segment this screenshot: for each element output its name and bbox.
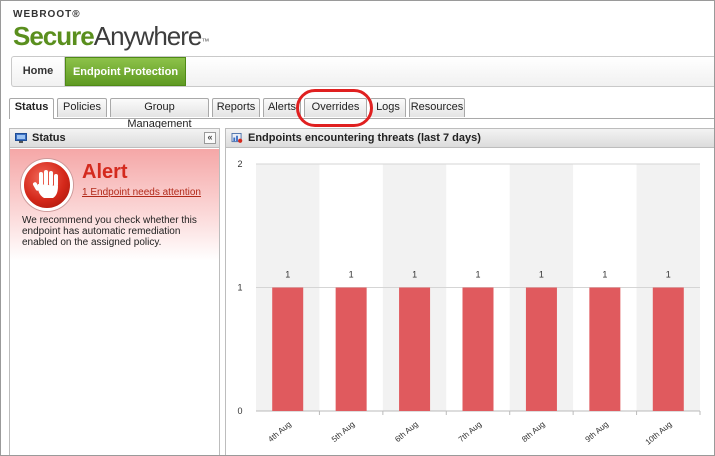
bar-7 [652,287,684,411]
status-panel-header: Status « [9,128,220,148]
main-nav: Home Endpoint Protection [11,56,714,87]
y-tick-label: 1 [237,283,242,293]
tab-overrides[interactable]: Overrides [304,98,367,117]
bar-1 [272,287,304,411]
logo-brand: WEBROOT [13,9,73,20]
bar-2 [335,287,367,411]
x-tick-label: 6th Aug [393,420,420,444]
chart-panel-title: Endpoints encountering threats (last 7 d… [248,132,481,144]
bar-data-label: 1 [666,270,671,280]
tab-status[interactable]: Status [9,98,54,119]
x-tick-label: 8th Aug [520,420,547,444]
logo-reg-mark: ® [72,9,81,20]
tab-reports[interactable]: Reports [212,98,260,117]
tab-alerts[interactable]: Alerts [263,98,301,117]
logo-secure: Secure [13,21,95,51]
alert-description: We recommend you check whether this endp… [22,215,197,248]
chart-panel-header: Endpoints encountering threats (last 7 d… [225,128,714,148]
monitor-icon [15,133,27,143]
collapse-panel-button[interactable]: « [204,132,216,144]
tab-logs[interactable]: Logs [370,98,406,117]
alert-box: Alert 1 Endpoint needs attention We reco… [10,149,219,261]
x-tick-label: 4th Aug [266,420,293,444]
bar-data-label: 1 [475,270,480,280]
x-tick-label: 5th Aug [330,420,357,444]
chart-report-icon [231,133,243,143]
status-panel-title: Status [32,132,66,144]
alert-title: Alert [82,161,128,183]
logo-tm-mark: ™ [201,37,210,46]
threats-chart: 1 1 1 1 1 1 1 0 1 2 4th Aug 5th Aug 6th Aug 7th Aug… [225,148,714,455]
bar-data-label: 1 [349,270,354,280]
x-tick-label: 9th Aug [584,420,611,444]
x-tick-label: 7th Aug [457,420,484,444]
logo-anywhere: Anywhere [93,21,203,51]
y-tick-label: 2 [237,159,242,169]
bar-4 [462,287,494,411]
x-tick-label: 10th Aug [644,420,674,447]
app-window: WEBROOT® SecureAnywhere™ Home Endpoint P… [0,0,715,456]
bar-data-label: 1 [539,270,544,280]
tab-resources[interactable]: Resources [409,98,465,117]
bar-6 [589,287,621,411]
bar-3 [399,287,431,411]
bar-5 [525,287,557,411]
webroot-logo: WEBROOT® SecureAnywhere™ [13,9,209,57]
stop-hand-icon [21,159,73,211]
endpoint-attention-link[interactable]: 1 Endpoint needs attention [82,187,201,198]
bar-data-label: 1 [412,270,417,280]
y-tick-label: 0 [237,406,242,416]
tab-bar-divider [9,118,714,119]
tab-group-management[interactable]: Group Management [110,98,209,130]
nav-endpoint-protection[interactable]: Endpoint Protection [65,57,186,86]
tab-policies[interactable]: Policies [57,98,107,117]
threats-bar-chart: 1 1 1 1 1 1 1 0 1 2 4th Aug 5th Aug 6th Aug 7th Aug… [237,159,701,447]
nav-home[interactable]: Home [12,57,65,86]
bar-data-label: 1 [602,270,607,280]
bar-data-label: 1 [285,270,290,280]
